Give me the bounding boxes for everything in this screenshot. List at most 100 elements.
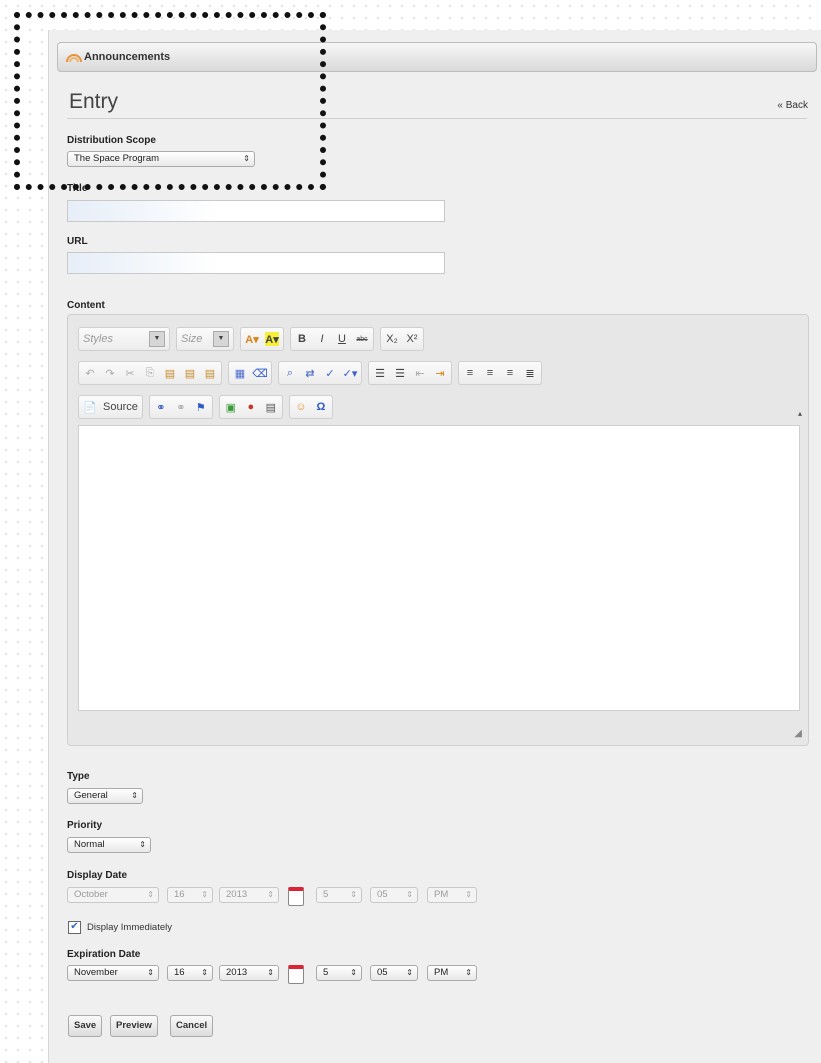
table-icon[interactable]: ▤	[264, 400, 278, 414]
styles-dropdown[interactable]: Styles ▼	[78, 327, 170, 351]
type-select-value: General	[74, 790, 108, 801]
rich-text-editor: Styles ▼ Size ▼ A▾ A▾ B I U abc X₂ X² ↶ …	[67, 314, 809, 746]
copy-icon[interactable]: ⎘	[143, 366, 157, 380]
image-icon[interactable]: ▣	[224, 400, 238, 414]
undo-icon[interactable]: ↶	[83, 366, 97, 380]
source-button[interactable]: 📄 Source	[78, 395, 143, 419]
text-color-icon[interactable]: A▾	[245, 332, 259, 346]
expiration-ampm-select[interactable]: PM ⇕	[427, 965, 477, 981]
display-day-select[interactable]: 16 ⇕	[167, 887, 213, 903]
indent-icon[interactable]: ⇥	[433, 366, 447, 380]
outdent-icon[interactable]: ⇤	[413, 366, 427, 380]
display-month-value: October	[74, 889, 108, 900]
display-immediately-checkbox[interactable]: ✔	[68, 921, 81, 934]
insert-group: ▣ ● ▤	[218, 395, 283, 419]
priority-select-value: Normal	[74, 839, 105, 850]
subscript-button[interactable]: X₂	[385, 332, 399, 346]
announcements-logo-icon	[66, 54, 82, 63]
link-icon[interactable]: ⚭	[154, 400, 168, 414]
display-hour-select[interactable]: 5 ⇕	[316, 887, 362, 903]
resize-handle-icon[interactable]: ◢	[794, 728, 802, 739]
size-dropdown[interactable]: Size ▼	[176, 327, 234, 351]
italic-button[interactable]: I	[315, 332, 329, 346]
select-arrows-icon: ⇕	[267, 890, 274, 899]
format-group: B I U abc	[290, 327, 374, 351]
panel-header: Announcements	[57, 42, 817, 72]
display-minute-select[interactable]: 05 ⇕	[370, 887, 418, 903]
anchor-icon[interactable]: ⚑	[194, 400, 208, 414]
title-input[interactable]	[67, 200, 445, 222]
select-arrows-icon: ⇕	[465, 890, 472, 899]
title-divider	[67, 118, 807, 119]
script-group: X₂ X²	[380, 327, 424, 351]
collapse-toolbar-icon[interactable]: ▴	[798, 409, 802, 418]
paste-icon[interactable]: ▤	[163, 366, 177, 380]
paste-word-icon[interactable]: ▤	[203, 366, 217, 380]
align-justify-icon[interactable]: ≣	[523, 366, 537, 380]
select-arrows-icon: ⇕	[350, 968, 357, 977]
panel-title: Announcements	[84, 51, 171, 63]
remove-format-icon[interactable]: ⌫	[252, 366, 268, 380]
paste-text-icon[interactable]: ▤	[183, 366, 197, 380]
scope-select[interactable]: The Space Program ⇕	[67, 151, 255, 167]
special-char-icon[interactable]: Ω	[314, 400, 328, 414]
display-month-select[interactable]: October ⇕	[67, 887, 159, 903]
expiration-minute-select[interactable]: 05 ⇕	[370, 965, 418, 981]
numbered-list-icon[interactable]: ☰	[373, 366, 387, 380]
spellcheck-icon[interactable]: ✓	[323, 366, 337, 380]
preview-button[interactable]: Preview	[110, 1015, 158, 1037]
smiley-icon[interactable]: ☺	[294, 400, 308, 414]
dropdown-arrow-icon: ▼	[149, 331, 165, 347]
content-label: Content	[67, 300, 105, 311]
flash-icon[interactable]: ●	[244, 400, 258, 414]
background-color-icon[interactable]: A▾	[265, 332, 279, 346]
redo-icon[interactable]: ↷	[103, 366, 117, 380]
underline-button[interactable]: U	[335, 332, 349, 346]
expiration-date-label: Expiration Date	[67, 949, 141, 960]
expiration-year-select[interactable]: 2013 ⇕	[219, 965, 279, 981]
expiration-date-calendar-icon[interactable]	[288, 965, 304, 984]
display-date-label: Display Date	[67, 870, 128, 881]
expiration-minute-value: 05	[377, 967, 388, 978]
scope-select-value: The Space Program	[74, 153, 160, 164]
cut-icon[interactable]: ✂	[123, 366, 137, 380]
find-icon[interactable]: ⌕	[283, 366, 297, 380]
expiration-hour-select[interactable]: 5 ⇕	[316, 965, 362, 981]
expiration-month-select[interactable]: November ⇕	[67, 965, 159, 981]
size-dropdown-label: Size	[181, 333, 203, 345]
toolbar-row-2: ↶ ↷ ✂ ⎘ ▤ ▤ ▤ ▦ ⌫ ⌕ ⇄ ✓ ✓▾ ☰ ☰ ⇤ ⇥ ≡ ≡ ≡…	[78, 361, 542, 385]
back-link[interactable]: « Back	[777, 100, 808, 111]
display-date-calendar-icon[interactable]	[288, 887, 304, 906]
display-year-select[interactable]: 2013 ⇕	[219, 887, 279, 903]
spellcheck-as-you-type-icon[interactable]: ✓▾	[343, 366, 358, 380]
strikethrough-button[interactable]: abc	[355, 332, 369, 346]
select-arrows-icon: ⇕	[465, 968, 472, 977]
bulleted-list-icon[interactable]: ☰	[393, 366, 407, 380]
select-group: ▦ ⌫	[228, 361, 272, 385]
cancel-button[interactable]: Cancel	[170, 1015, 214, 1037]
align-left-icon[interactable]: ≡	[463, 366, 477, 380]
save-button[interactable]: Save	[68, 1015, 103, 1037]
superscript-button[interactable]: X²	[405, 332, 419, 346]
expiration-day-select[interactable]: 16 ⇕	[167, 965, 213, 981]
styles-dropdown-label: Styles	[83, 333, 113, 345]
align-right-icon[interactable]: ≡	[503, 366, 517, 380]
select-arrows-icon: ⇕	[201, 890, 208, 899]
align-center-icon[interactable]: ≡	[483, 366, 497, 380]
select-all-icon[interactable]: ▦	[233, 366, 247, 380]
select-arrows-icon: ⇕	[243, 154, 250, 163]
display-ampm-select[interactable]: PM ⇕	[427, 887, 477, 903]
bold-button[interactable]: B	[295, 332, 309, 346]
select-arrows-icon: ⇕	[147, 890, 154, 899]
editor-content-area[interactable]	[78, 425, 800, 711]
type-label: Type	[67, 771, 90, 782]
scope-label: Distribution Scope	[67, 135, 156, 146]
replace-icon[interactable]: ⇄	[303, 366, 317, 380]
display-year-value: 2013	[226, 889, 248, 900]
url-input[interactable]	[67, 252, 445, 274]
unlink-icon[interactable]: ⚭	[174, 400, 188, 414]
type-select[interactable]: General ⇕	[67, 788, 143, 804]
source-icon: 📄	[83, 401, 97, 414]
priority-select[interactable]: Normal ⇕	[67, 837, 151, 853]
edit-group: ↶ ↷ ✂ ⎘ ▤ ▤ ▤	[78, 361, 222, 385]
